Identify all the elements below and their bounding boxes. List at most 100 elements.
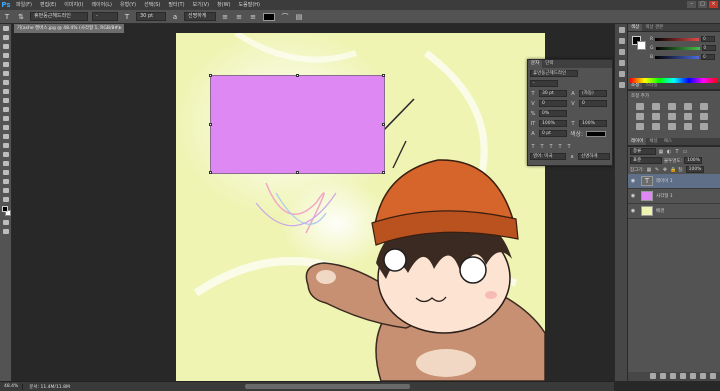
char-language-select[interactable]: 영어: 미국: [530, 153, 566, 160]
layer-filter-select[interactable]: 종류: [630, 148, 656, 155]
align-left-icon[interactable]: ≡: [220, 12, 230, 22]
rectangle-shape-layer[interactable]: [209, 74, 385, 174]
selective-color-icon[interactable]: [700, 123, 708, 130]
curves-icon[interactable]: [668, 103, 676, 110]
pen-tool-icon[interactable]: [0, 150, 12, 159]
style-buttons-icon[interactable]: T: [548, 144, 554, 150]
menu-filter[interactable]: 필터(T): [164, 0, 188, 10]
menu-type[interactable]: 유형(Y): [116, 0, 140, 10]
vibrance-icon[interactable]: [700, 103, 708, 110]
tab-adjustments[interactable]: 조정: [628, 82, 643, 89]
menu-layer[interactable]: 레이어(L): [87, 0, 116, 10]
horizontal-scrollbar[interactable]: [245, 384, 410, 389]
align-center-icon[interactable]: ≡: [234, 12, 244, 22]
font-style-select[interactable]: -: [92, 12, 118, 21]
channel-mixer-icon[interactable]: [700, 113, 708, 120]
char-size-field[interactable]: 30 pt: [539, 90, 567, 97]
filter-adjust-icon[interactable]: ◐: [666, 149, 672, 155]
style-buttons-icon[interactable]: T: [557, 144, 563, 150]
char-vertical-scale-field[interactable]: 100%: [539, 120, 567, 127]
clone-stamp-tool-icon[interactable]: [0, 96, 12, 105]
gradient-tool-icon[interactable]: [0, 123, 12, 132]
link-layers-icon[interactable]: [650, 373, 656, 379]
font-size-select[interactable]: 30 pt: [136, 12, 166, 21]
hand-tool-icon[interactable]: [0, 186, 12, 195]
green-slider[interactable]: G 0: [650, 45, 718, 51]
transform-handle[interactable]: [209, 171, 212, 174]
layer-row[interactable]: ◉ 사각형 1: [628, 189, 720, 204]
transform-handle[interactable]: [296, 171, 299, 174]
threshold-icon[interactable]: [668, 123, 676, 130]
zoom-level[interactable]: 48.4%: [0, 384, 22, 389]
brush-tool-icon[interactable]: [0, 87, 12, 96]
opacity-field[interactable]: 100%: [684, 157, 703, 164]
quick-mask-icon[interactable]: [0, 218, 12, 227]
layer-name[interactable]: 배경: [656, 208, 664, 214]
char-tracking-field[interactable]: 0: [579, 100, 607, 107]
menu-view[interactable]: 보기(V): [189, 0, 214, 10]
invert-icon[interactable]: [636, 123, 644, 130]
menu-edit[interactable]: 편집(E): [36, 0, 60, 10]
foreground-color-swatch[interactable]: [2, 206, 8, 212]
blue-slider[interactable]: B 0: [650, 54, 718, 60]
lock-image-icon[interactable]: ✎: [654, 167, 660, 173]
tab-paragraph[interactable]: 단락: [542, 60, 556, 68]
eraser-tool-icon[interactable]: [0, 114, 12, 123]
tab-layers[interactable]: 레이어: [628, 138, 647, 145]
filter-shape-icon[interactable]: ▭: [682, 149, 688, 155]
crop-tool-icon[interactable]: [0, 60, 12, 69]
antialias-select[interactable]: 선명하게: [184, 12, 216, 21]
black-white-icon[interactable]: [668, 113, 676, 120]
tab-styles[interactable]: 스타일: [642, 82, 660, 89]
new-group-icon[interactable]: [690, 373, 696, 379]
rectangle-tool-icon[interactable]: [0, 177, 12, 186]
visibility-eye-icon[interactable]: ◉: [628, 178, 638, 184]
type-tool-icon[interactable]: T: [2, 12, 12, 22]
gradient-map-icon[interactable]: [684, 123, 692, 130]
blue-value[interactable]: 0: [701, 54, 716, 60]
dodge-tool-icon[interactable]: [0, 141, 12, 150]
transform-handle[interactable]: [382, 171, 385, 174]
transform-handle[interactable]: [382, 74, 385, 77]
style-buttons-icon[interactable]: T: [566, 144, 572, 150]
lock-transparent-icon[interactable]: ▦: [646, 167, 652, 173]
history-panel-icon[interactable]: [615, 24, 629, 35]
brightness-contrast-icon[interactable]: [636, 103, 644, 110]
char-color-swatch[interactable]: [586, 130, 607, 137]
color-fg-bg[interactable]: [632, 36, 646, 50]
style-buttons-icon[interactable]: T: [530, 144, 536, 150]
document-tab[interactable]: 기(ashe 캔버스.jpg @ 48.4% (사각형 1, RGB/8#) ×: [14, 24, 124, 33]
blur-tool-icon[interactable]: [0, 132, 12, 141]
layer-row[interactable]: ◉ T 레이어 1: [628, 174, 720, 189]
move-tool-icon[interactable]: [0, 24, 12, 33]
healing-brush-tool-icon[interactable]: [0, 78, 12, 87]
tab-paths[interactable]: 패스: [661, 138, 675, 145]
background-color-swatch[interactable]: [637, 41, 646, 50]
eyedropper-tool-icon[interactable]: [0, 69, 12, 78]
transform-handle[interactable]: [382, 123, 385, 126]
document-size[interactable]: 문서: 11.4M/11.8M: [22, 383, 76, 390]
color-balance-icon[interactable]: [652, 113, 660, 120]
new-adjustment-icon[interactable]: [680, 373, 686, 379]
char-font-family-select[interactable]: 휴먼둥근헤드라인: [530, 70, 578, 77]
tab-color[interactable]: 색상: [628, 24, 643, 31]
blend-mode-select[interactable]: 표준: [630, 157, 662, 164]
hue-saturation-icon[interactable]: [636, 113, 644, 120]
char-kerning-field[interactable]: 0: [539, 100, 567, 107]
layer-name[interactable]: 레이어 1: [656, 178, 673, 184]
character-panel-toggle-icon[interactable]: ▤: [294, 12, 304, 22]
exposure-icon[interactable]: [684, 103, 692, 110]
menu-image[interactable]: 이미지(I): [60, 0, 87, 10]
lock-all-icon[interactable]: 🔒: [670, 167, 676, 173]
actions-panel-icon[interactable]: [615, 35, 629, 46]
delete-layer-icon[interactable]: [710, 373, 716, 379]
brush-panel-icon[interactable]: [615, 68, 629, 79]
fill-field[interactable]: 100%: [685, 166, 704, 173]
screen-mode-icon[interactable]: [0, 227, 12, 236]
path-select-tool-icon[interactable]: [0, 168, 12, 177]
char-font-style-select[interactable]: -: [530, 80, 558, 87]
filter-pixel-icon[interactable]: ▦: [658, 149, 664, 155]
transform-handle[interactable]: [209, 74, 212, 77]
menu-file[interactable]: 파일(F): [12, 0, 36, 10]
char-leading-field[interactable]: (자동): [579, 90, 607, 97]
